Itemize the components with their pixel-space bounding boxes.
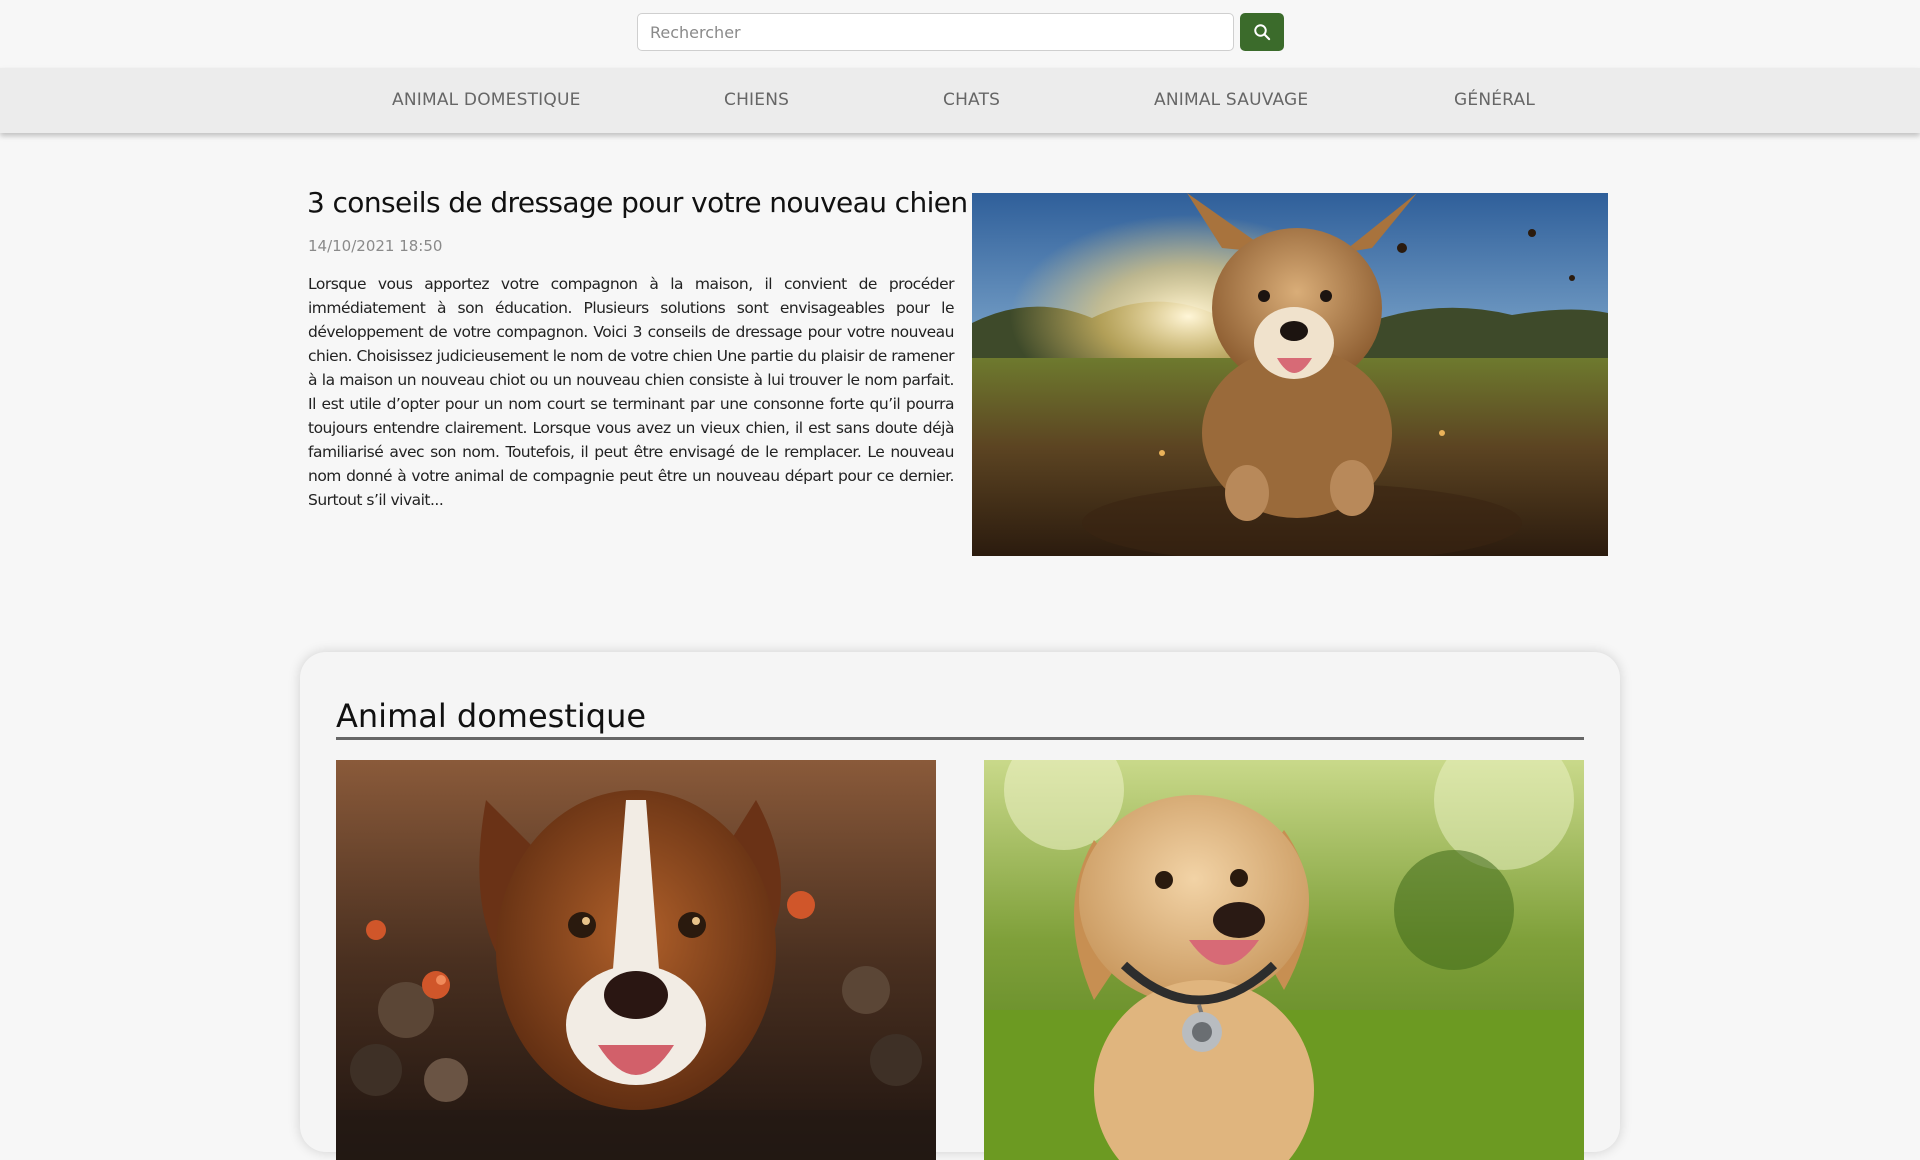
nav-item-animal-sauvage[interactable]: ANIMAL SAUVAGE — [1154, 68, 1308, 133]
search-input[interactable] — [637, 13, 1234, 51]
article-card-image-2[interactable] — [984, 760, 1584, 1160]
category-title: Animal domestique — [336, 697, 647, 735]
nav-item-chiens[interactable]: CHIENS — [724, 68, 789, 133]
featured-article-excerpt: Lorsque vous apportez votre compagnon à … — [308, 275, 955, 509]
search-button[interactable] — [1240, 13, 1284, 51]
featured-article-date: 14/10/2021 18:50 — [308, 237, 443, 255]
search-icon — [1254, 24, 1271, 41]
main-nav: ANIMAL DOMESTIQUE CHIENS CHATS ANIMAL SA… — [0, 68, 1920, 133]
nav-item-animal-domestique[interactable]: ANIMAL DOMESTIQUE — [392, 68, 581, 133]
featured-article-title[interactable]: 3 conseils de dressage pour votre nouvea… — [307, 186, 968, 219]
category-heading: Animal domestique — [336, 674, 1584, 740]
featured-article-image[interactable] — [972, 193, 1608, 556]
category-section-animal-domestique: Animal domestique — [300, 652, 1620, 1160]
article-card-image-1[interactable] — [336, 760, 936, 1160]
search-bar — [637, 13, 1284, 51]
nav-item-general[interactable]: GÉNÉRAL — [1454, 68, 1535, 133]
nav-item-chats[interactable]: CHATS — [943, 68, 1000, 133]
